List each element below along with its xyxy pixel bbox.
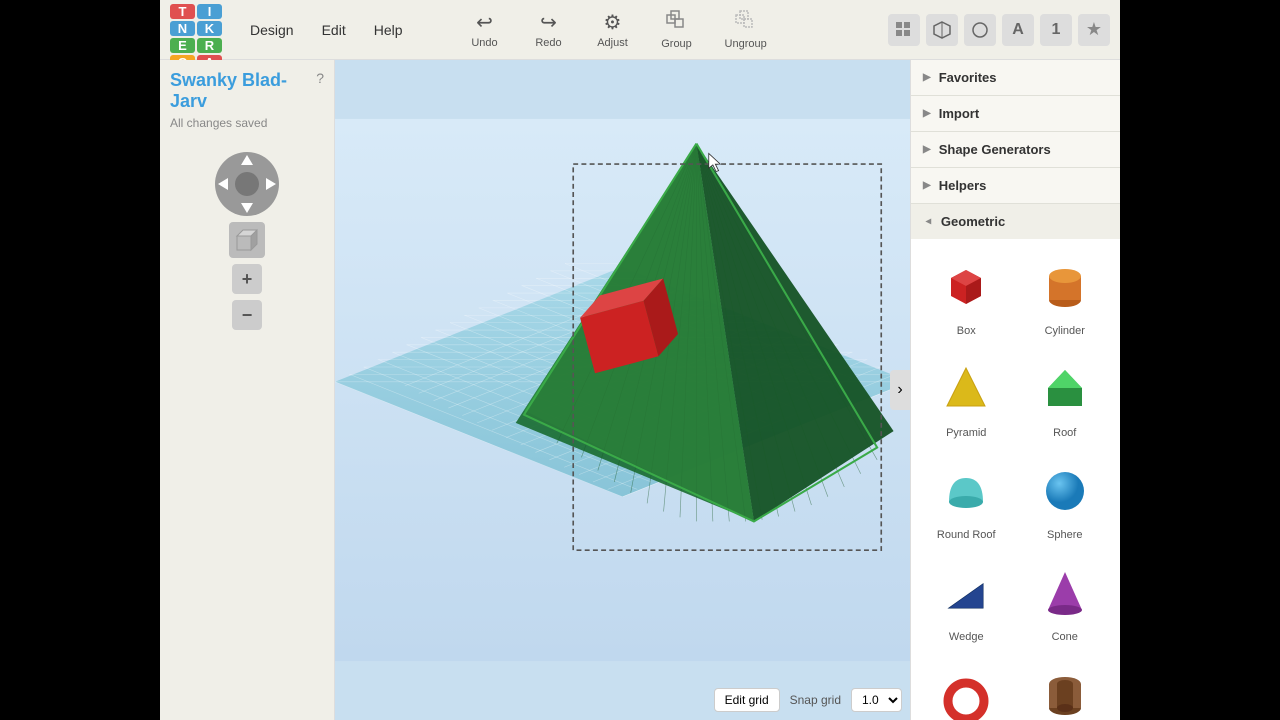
roof-icon [1033, 357, 1097, 421]
cone-icon [1033, 561, 1097, 625]
section-geometric: ▼ Geometric Box [911, 204, 1120, 720]
roof-label: Roof [1053, 427, 1076, 439]
cylinder-icon [1033, 255, 1097, 319]
nav-menu: Design Edit Help [238, 16, 415, 44]
geometric-shapes-grid: Box Cylinder [911, 239, 1120, 720]
nav-edit[interactable]: Edit [310, 16, 358, 44]
save-status: All changes saved [170, 116, 312, 130]
cylinder-label: Cylinder [1045, 325, 1085, 337]
view-cube-control[interactable] [229, 222, 265, 258]
section-shape-generators-header[interactable]: ▶ Shape Generators [911, 132, 1120, 167]
section-geometric-header[interactable]: ▼ Geometric [911, 204, 1120, 239]
section-helpers-header[interactable]: ▶ Helpers [911, 168, 1120, 203]
box-icon [934, 255, 998, 319]
shape-cone[interactable]: Cone [1018, 553, 1113, 651]
sphere-icon [1033, 459, 1097, 523]
helpers-label: Helpers [939, 178, 987, 193]
view-star-icon[interactable]: ★ [1078, 14, 1110, 46]
shape-roof[interactable]: Roof [1018, 349, 1113, 447]
logo-letter-r: R [197, 38, 222, 53]
import-arrow-icon: ▶ [923, 108, 931, 119]
section-favorites: ▶ Favorites [911, 60, 1120, 96]
redo-icon: ↪ [540, 10, 557, 35]
wedge-label: Wedge [949, 631, 984, 643]
nav-design[interactable]: Design [238, 16, 306, 44]
cone-label: Cone [1052, 631, 1078, 643]
pyramid-label: Pyramid [946, 427, 986, 439]
logo: T I N K E R C A D [170, 4, 222, 56]
right-panel: ▶ Favorites ▶ Import ▶ Shape Generators [910, 60, 1120, 720]
scene-svg [335, 60, 910, 720]
snap-grid-label: Snap grid [790, 693, 841, 707]
section-import: ▶ Import [911, 96, 1120, 132]
project-title: Swanky Blad-Jarv [170, 70, 312, 112]
round-roof-icon [934, 459, 998, 523]
canvas-area[interactable]: Edit grid Snap grid 1.0 0.5 0.1 2.0 5.0 … [335, 60, 910, 720]
ungroup-label: Ungroup [725, 38, 767, 50]
nav-help[interactable]: Help [362, 16, 415, 44]
undo-label: Undo [471, 37, 497, 49]
shape-generators-arrow-icon: ▶ [923, 144, 931, 155]
logo-letter-k: K [197, 21, 222, 36]
nav-wheel[interactable] [215, 152, 279, 216]
group-icon [666, 10, 688, 36]
group-button[interactable]: Group [647, 6, 707, 54]
favorites-label: Favorites [939, 70, 997, 85]
box-label: Box [957, 325, 976, 337]
adjust-button[interactable]: ⚙ Adjust [583, 6, 643, 53]
shape-wedge[interactable]: Wedge [919, 553, 1014, 651]
tube-icon [1033, 663, 1097, 720]
view-number-icon[interactable]: 1 [1040, 14, 1072, 46]
ungroup-button[interactable]: Ungroup [711, 6, 781, 54]
shape-torus[interactable]: Torus [919, 655, 1014, 720]
logo-letter-t: T [170, 4, 195, 19]
helpers-arrow-icon: ▶ [923, 180, 931, 191]
edit-grid-button[interactable]: Edit grid [714, 688, 780, 712]
logo-letter-i: I [197, 4, 222, 19]
adjust-label: Adjust [597, 37, 628, 49]
sphere-label: Sphere [1047, 529, 1082, 541]
section-import-header[interactable]: ▶ Import [911, 96, 1120, 131]
collapse-panel-button[interactable]: › [890, 370, 910, 410]
view-text-icon[interactable]: A [1002, 14, 1034, 46]
bottom-bar: Edit grid Snap grid 1.0 0.5 0.1 2.0 5.0 [714, 688, 902, 712]
group-label: Group [661, 38, 692, 50]
redo-label: Redo [535, 37, 561, 49]
shape-sphere[interactable]: Sphere [1018, 451, 1113, 549]
section-favorites-header[interactable]: ▶ Favorites [911, 60, 1120, 95]
shape-cylinder[interactable]: Cylinder [1018, 247, 1113, 345]
undo-button[interactable]: ↩ Undo [455, 6, 515, 53]
shape-tube[interactable]: Tube [1018, 655, 1113, 720]
left-panel: Swanky Blad-Jarv All changes saved ? [160, 60, 335, 720]
viewport-controls: + − [170, 152, 324, 330]
shape-box[interactable]: Box [919, 247, 1014, 345]
section-helpers: ▶ Helpers [911, 168, 1120, 204]
view-sphere-icon[interactable] [964, 14, 996, 46]
geometric-arrow-icon: ▼ [922, 217, 933, 227]
zoom-in-button[interactable]: + [232, 264, 262, 294]
wedge-icon [934, 561, 998, 625]
geometric-label: Geometric [941, 214, 1005, 229]
shape-pyramid[interactable]: Pyramid [919, 349, 1014, 447]
zoom-out-button[interactable]: − [232, 300, 262, 330]
section-shape-generators: ▶ Shape Generators [911, 132, 1120, 168]
toolbar: ↩ Undo ↪ Redo ⚙ Adjust Group U [455, 6, 781, 54]
redo-button[interactable]: ↪ Redo [519, 6, 579, 53]
undo-icon: ↩ [476, 10, 493, 35]
import-label: Import [939, 106, 979, 121]
torus-icon [934, 663, 998, 720]
logo-letter-n: N [170, 21, 195, 36]
pyramid-icon [934, 357, 998, 421]
view-cube-icon[interactable] [926, 14, 958, 46]
favorites-arrow-icon: ▶ [923, 72, 931, 83]
shape-generators-label: Shape Generators [939, 142, 1051, 157]
shape-round-roof[interactable]: Round Roof [919, 451, 1014, 549]
snap-grid-select[interactable]: 1.0 0.5 0.1 2.0 5.0 [851, 688, 902, 712]
ungroup-icon [735, 10, 757, 36]
adjust-icon: ⚙ [604, 10, 622, 35]
logo-letter-e: E [170, 38, 195, 53]
view-grid-icon[interactable] [888, 14, 920, 46]
help-icon[interactable]: ? [316, 70, 324, 86]
round-roof-label: Round Roof [937, 529, 996, 541]
